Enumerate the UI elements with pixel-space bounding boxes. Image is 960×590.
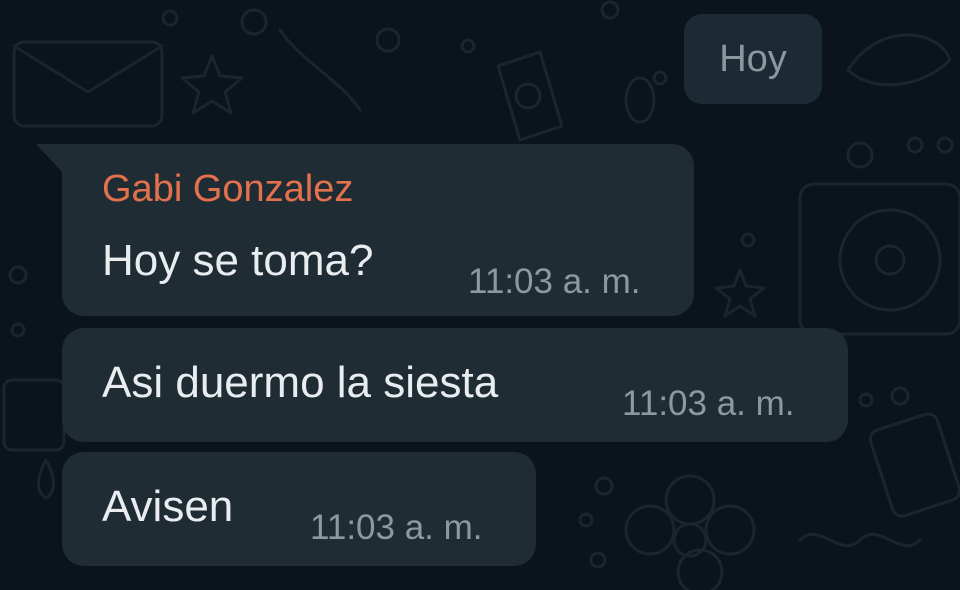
message-timestamp: 11:03 a. m. [622, 384, 795, 423]
message-timestamp: 11:03 a. m. [468, 262, 641, 301]
date-separator-label: Hoy [719, 37, 787, 80]
message-bubble[interactable]: Avisen 11:03 a. m. [62, 452, 536, 566]
chat-message-list: Hoy Gabi Gonzalez Hoy se toma? 11:03 a. … [0, 0, 960, 590]
message-timestamp: 11:03 a. m. [310, 508, 483, 547]
message-bubble[interactable]: Gabi Gonzalez Hoy se toma? 11:03 a. m. [62, 144, 694, 316]
date-separator-chip: Hoy [684, 14, 822, 104]
sender-name[interactable]: Gabi Gonzalez [102, 168, 353, 211]
message-text: Asi duermo la siesta [102, 358, 499, 407]
bubble-tail [36, 144, 64, 174]
message-text: Avisen [102, 482, 234, 531]
message-bubble[interactable]: Asi duermo la siesta 11:03 a. m. [62, 328, 848, 442]
message-text: Hoy se toma? [102, 236, 374, 285]
